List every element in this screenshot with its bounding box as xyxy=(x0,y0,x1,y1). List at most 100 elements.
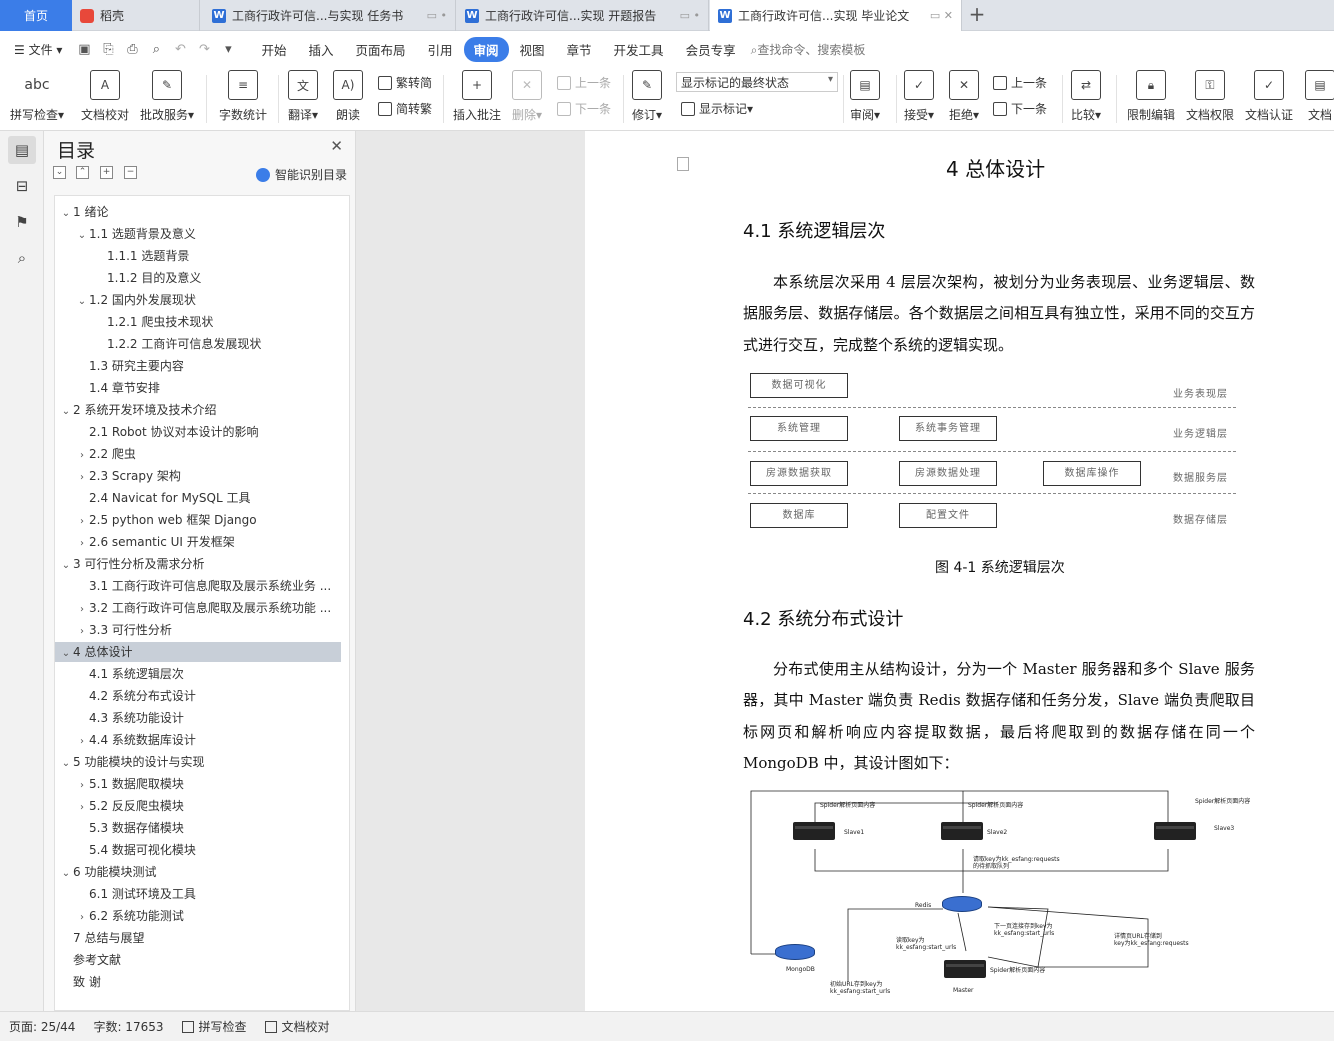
review-pane-button[interactable]: ▤ 审阅▾ xyxy=(850,70,880,123)
chevron-right-icon[interactable]: › xyxy=(75,534,89,552)
toc-item[interactable]: ⌄ 1.1 选题背景及意义 xyxy=(55,224,341,244)
menu-tab-references[interactable]: 引用 xyxy=(416,40,463,59)
tab-close-icon[interactable]: ▭ • xyxy=(674,9,700,22)
toc-item[interactable]: ⌄ 6 功能模块测试 xyxy=(55,862,341,882)
tab-doc-task[interactable]: W 工商行政许可信...与实现 任务书 ▭ • xyxy=(204,0,456,31)
chevron-down-icon[interactable]: ⌄ xyxy=(59,754,73,772)
simp-to-trad-button[interactable]: 简转繁 xyxy=(378,100,432,117)
toc-item[interactable]: 5.4 数据可视化模块 xyxy=(55,840,341,860)
close-icon[interactable]: ✕ xyxy=(330,137,343,155)
toc-item[interactable]: 2.1 Robot 协议对本设计的影响 xyxy=(55,422,341,442)
tab-docer[interactable]: 稻壳 xyxy=(72,0,200,31)
toc-item[interactable]: 1.4 章节安排 xyxy=(55,378,341,398)
toc-item[interactable]: ⌄ 1 绪论 xyxy=(55,202,341,222)
toc-item[interactable]: 1.3 研究主要内容 xyxy=(55,356,341,376)
menu-tab-view[interactable]: 视图 xyxy=(509,40,556,59)
restrict-edit-button[interactable]: 🔒︎ 限制编辑 xyxy=(1127,70,1175,123)
toc-item[interactable]: ⌄ 5 功能模块的设计与实现 xyxy=(55,752,341,772)
doc-more-button[interactable]: ▤ 文档 xyxy=(1305,70,1334,123)
save-icon[interactable]: ▣ xyxy=(73,38,95,60)
chevron-right-icon[interactable]: › xyxy=(75,446,89,464)
accept-button[interactable]: ✓ 接受▾ xyxy=(904,70,934,123)
toc-item[interactable]: 参考文献 xyxy=(55,950,341,970)
toc-item[interactable]: ⌄ 3 可行性分析及需求分析 xyxy=(55,554,341,574)
revise-button[interactable]: ✎ 修订▾ xyxy=(632,70,662,123)
next-change-button[interactable]: 下一条 xyxy=(993,100,1047,117)
doc-proof-button[interactable]: A 文档校对 xyxy=(81,70,129,123)
tab-close-icon[interactable]: ▭ • xyxy=(421,9,447,22)
prev-change-button[interactable]: 上一条 xyxy=(993,74,1047,91)
document-page[interactable]: 4 总体设计 4.1 系统逻辑层次 本系统层次采用 4 层层次架构，被划分为业务… xyxy=(585,131,1334,1011)
delete-comment-button[interactable]: ✕ 删除▾ xyxy=(512,70,542,123)
chevron-right-icon[interactable]: › xyxy=(75,468,89,486)
toc-item[interactable]: 2.4 Navicat for MySQL 工具 xyxy=(55,488,341,508)
toc-item[interactable]: ⌄ 4 总体设计 xyxy=(55,642,341,662)
trad-to-simp-button[interactable]: 繁转简 xyxy=(378,74,432,91)
prev-comment-button[interactable]: 上一条 xyxy=(557,74,611,91)
tab-close-icon[interactable]: ▭ ✕ xyxy=(924,9,953,22)
command-search[interactable]: ⌕查找命令、搜索模板 xyxy=(751,41,866,58)
add-heading-icon[interactable]: + xyxy=(100,166,113,179)
toc-item[interactable]: 5.3 数据存储模块 xyxy=(55,818,341,838)
toc-item[interactable]: › 2.6 semantic UI 开发框架 xyxy=(55,532,341,552)
chevron-down-icon[interactable]: ⌄ xyxy=(75,292,89,310)
chevron-down-icon[interactable]: ⌄ xyxy=(59,204,73,222)
page-indicator[interactable]: 页面: 25/44 xyxy=(0,1018,84,1035)
toc-item[interactable]: › 4.4 系统数据库设计 xyxy=(55,730,341,750)
toc-item[interactable]: 6.1 测试环境及工具 xyxy=(55,884,341,904)
status-doc-proof[interactable]: 文档校对 xyxy=(256,1018,339,1035)
status-spell-check[interactable]: 拼写检查 xyxy=(173,1018,256,1035)
page-note-icon[interactable] xyxy=(677,157,689,171)
toc-item[interactable]: 致 谢 xyxy=(55,972,341,992)
expand-all-icon[interactable]: ⌄ xyxy=(53,166,66,179)
menu-tab-review[interactable]: 审阅 xyxy=(463,36,509,62)
toc-item[interactable]: › 6.2 系统功能测试 xyxy=(55,906,341,926)
tab-doc-thesis[interactable]: W 工商行政许可信...实现 毕业论文 ▭ ✕ xyxy=(710,0,962,31)
export-icon[interactable]: ⎘ xyxy=(97,38,119,60)
toc-item[interactable]: › 5.1 数据爬取模块 xyxy=(55,774,341,794)
toc-item[interactable]: ⌄ 2 系统开发环境及技术介绍 xyxy=(55,400,341,420)
toc-item[interactable]: 4.3 系统功能设计 xyxy=(55,708,341,728)
toc-item[interactable]: › 2.2 爬虫 xyxy=(55,444,341,464)
translate-button[interactable]: 文翻译▾ xyxy=(288,70,318,123)
chapter-nav-icon[interactable]: ⊟ xyxy=(8,172,36,200)
chevron-right-icon[interactable]: › xyxy=(75,908,89,926)
chevron-down-icon[interactable]: ⌄ xyxy=(59,402,73,420)
doc-permission-button[interactable]: ⚿ 文档权限 xyxy=(1186,70,1234,123)
menu-tab-insert[interactable]: 插入 xyxy=(297,40,344,59)
toc-item[interactable]: 4.2 系统分布式设计 xyxy=(55,686,341,706)
toc-item[interactable]: › 3.3 可行性分析 xyxy=(55,620,341,640)
chevron-right-icon[interactable]: › xyxy=(75,776,89,794)
print-icon[interactable]: ⎙ xyxy=(121,38,143,60)
chevron-down-icon[interactable]: ⌄ xyxy=(59,556,73,574)
quick-access-dropdown-icon[interactable]: ▾ xyxy=(217,38,239,60)
toc-item[interactable]: › 2.5 python web 框架 Django xyxy=(55,510,341,530)
toc-item[interactable]: 3.1 工商行政许可信息爬取及展示系统业务 ... xyxy=(55,576,341,596)
search-icon[interactable]: ⌕ xyxy=(8,244,36,272)
show-markup-button[interactable]: 显示标记 ▾ xyxy=(681,100,753,117)
toc-item[interactable]: 1.1.2 目的及意义 xyxy=(55,268,341,288)
tab-home[interactable]: 首页 xyxy=(0,0,72,31)
insert-comment-button[interactable]: + 插入批注 xyxy=(453,70,501,123)
undo-icon[interactable]: ↶ xyxy=(169,38,191,60)
toc-item[interactable]: 4.1 系统逻辑层次 xyxy=(55,664,341,684)
toc-panel-icon[interactable]: ▤ xyxy=(8,136,36,164)
collapse-all-icon[interactable]: ⌃ xyxy=(76,166,89,179)
chevron-down-icon[interactable]: ⌄ xyxy=(59,864,73,882)
doc-auth-button[interactable]: ✓ 文档认证 xyxy=(1245,70,1293,123)
chevron-right-icon[interactable]: › xyxy=(75,622,89,640)
next-comment-button[interactable]: 下一条 xyxy=(557,100,611,117)
chevron-right-icon[interactable]: › xyxy=(75,798,89,816)
menu-tab-developer[interactable]: 开发工具 xyxy=(603,40,675,59)
toc-item[interactable]: ⌄ 1.2 国内外发展现状 xyxy=(55,290,341,310)
print-preview-icon[interactable]: ⌕ xyxy=(145,38,167,60)
chevron-right-icon[interactable]: › xyxy=(75,732,89,750)
compare-button[interactable]: ⇄ 比较▾ xyxy=(1071,70,1101,123)
toc-item[interactable]: › 5.2 反反爬虫模块 xyxy=(55,796,341,816)
toc-item[interactable]: 1.2.2 工商许可信息发展现状 xyxy=(55,334,341,354)
chevron-down-icon[interactable]: ⌄ xyxy=(75,226,89,244)
chevron-down-icon[interactable]: ⌄ xyxy=(59,644,73,662)
toc-item[interactable]: 1.1.1 选题背景 xyxy=(55,246,341,266)
toc-item[interactable]: 7 总结与展望 xyxy=(55,928,341,948)
menu-tab-section[interactable]: 章节 xyxy=(556,40,603,59)
